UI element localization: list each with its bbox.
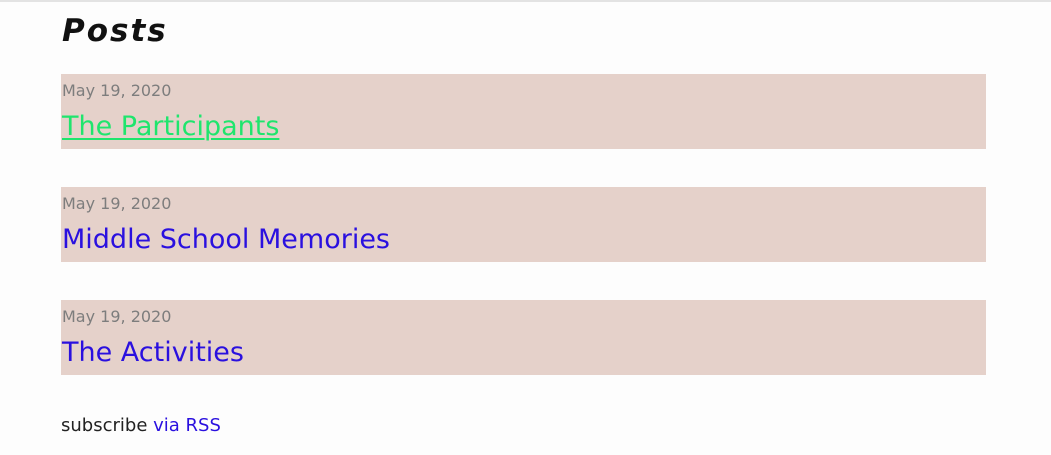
post-item-participants: May 19, 2020 The Participants: [61, 74, 986, 149]
post-link-middle-school-memories[interactable]: Middle School Memories: [62, 223, 390, 257]
post-item-activities: May 19, 2020 The Activities: [61, 300, 986, 375]
post-link-participants[interactable]: The Participants: [62, 110, 279, 144]
subscribe-line: subscribe via RSS: [61, 414, 221, 438]
rss-link[interactable]: via RSS: [153, 415, 221, 436]
post-link-activities[interactable]: The Activities: [62, 336, 244, 370]
subscribe-text: subscribe: [61, 415, 148, 436]
post-item-middle-school-memories: May 19, 2020 Middle School Memories: [61, 187, 986, 262]
top-divider: [0, 0, 1051, 2]
post-date: May 19, 2020: [62, 307, 172, 326]
post-date: May 19, 2020: [62, 194, 172, 213]
post-date: May 19, 2020: [62, 81, 172, 100]
post-list: May 19, 2020 The Participants May 19, 20…: [61, 74, 986, 375]
page-title: Posts: [62, 13, 168, 49]
